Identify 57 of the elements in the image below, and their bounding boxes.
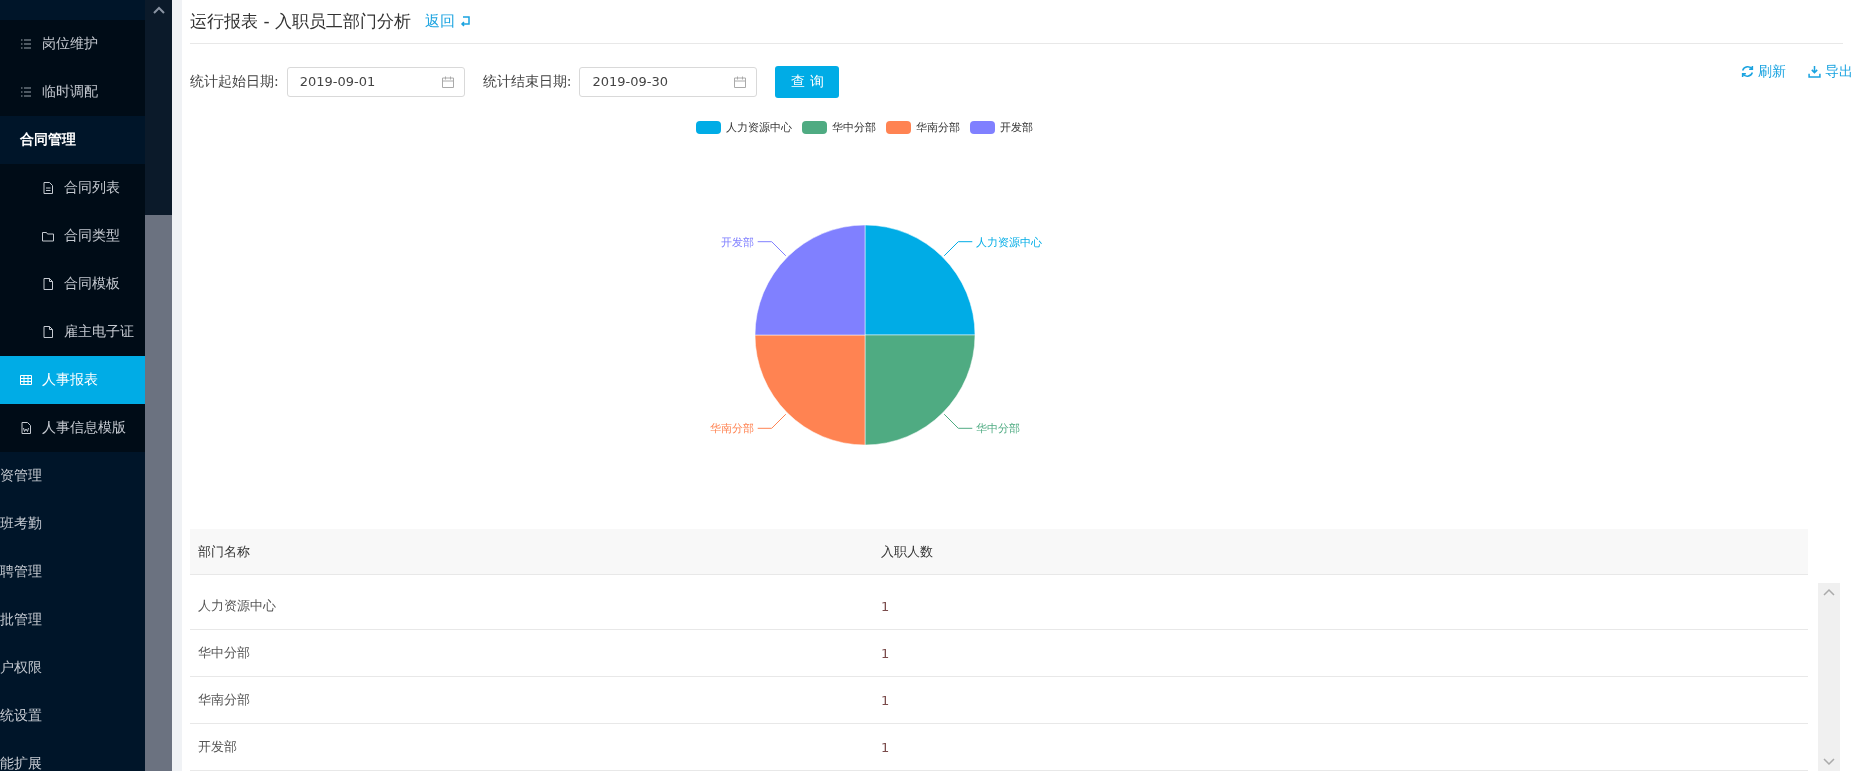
sidebar-item[interactable]: 聘管理: [0, 548, 145, 596]
sidebar-item[interactable]: 合同模板: [0, 260, 145, 308]
scrollbar[interactable]: [1818, 583, 1840, 771]
sidebar-item[interactable]: 班考勤: [0, 500, 145, 548]
return-icon: [458, 15, 471, 28]
slice-label: 华中分部: [975, 421, 1020, 435]
sidebar-item[interactable]: 批管理: [0, 596, 145, 644]
table-cell-text: 1: [880, 645, 890, 661]
page-title: 运行报表 - 入职员工部门分析: [190, 9, 411, 33]
table-cell-text: 开发部: [197, 738, 238, 756]
slice-label: 华南分部: [709, 421, 754, 435]
sidebar-item[interactable]: 能扩展: [0, 740, 145, 771]
legend-label: 开发部: [1000, 119, 1033, 135]
leader-line: [943, 413, 973, 429]
document-icon: [42, 182, 54, 194]
field-label: 统计结束日期:: [482, 72, 572, 91]
table-cell-text: 1: [880, 598, 890, 614]
table-cell-text: 华中分部: [197, 644, 251, 662]
sidebar-item[interactable]: 岗位维护: [0, 20, 145, 68]
sidebar-item[interactable]: 统设置: [0, 692, 145, 740]
date-field[interactable]: 2019-09-30: [579, 66, 758, 97]
download-icon: [1808, 65, 1821, 79]
sidebar-item[interactable]: 合同列表: [0, 164, 145, 212]
slice-label: 人力资源中心: [975, 235, 1042, 249]
leader-line: [943, 240, 973, 256]
sidebar-item[interactable]: 人事信息模版: [0, 404, 145, 452]
table-icon: [20, 374, 32, 386]
date-field[interactable]: 2019-09-01: [286, 66, 465, 97]
scrollbar-thumb[interactable]: [145, 215, 172, 771]
refresh-icon: [1741, 65, 1754, 79]
leader-line: [756, 413, 786, 429]
column-header: 部门名称: [197, 542, 251, 561]
field-label: 统计起始日期:: [190, 72, 279, 91]
table-cell-text: 人力资源中心: [197, 597, 277, 615]
slice-label: 开发部: [720, 235, 754, 249]
word-document-icon: [20, 422, 32, 434]
table-cell-text: 1: [880, 692, 890, 708]
sidebar-item[interactable]: 户权限: [0, 644, 145, 692]
table-cell-text: 华南分部: [197, 691, 251, 709]
column-header: 入职人数: [880, 542, 933, 561]
list-icon: [20, 86, 32, 98]
legend-label: 华南分部: [916, 119, 960, 135]
file-icon: [42, 278, 54, 290]
sidebar-item[interactable]: 雇主电子证: [0, 308, 145, 356]
table-cell-text: 1: [880, 739, 890, 755]
calendar-icon: [441, 75, 454, 88]
list-icon: [20, 38, 32, 50]
sidebar-item[interactable]: 临时调配: [0, 68, 145, 116]
sidebar-item[interactable]: 合同类型: [0, 212, 145, 260]
sidebar-item[interactable]: 资管理: [0, 452, 145, 500]
legend-label: 人力资源中心: [726, 119, 792, 135]
leader-line: [756, 240, 786, 256]
folder-icon: [42, 230, 54, 242]
file-icon: [42, 326, 54, 338]
calendar-icon: [734, 75, 747, 88]
sidebar-item[interactable]: 合同管理: [0, 116, 145, 164]
legend-label: 华中分部: [832, 119, 876, 135]
